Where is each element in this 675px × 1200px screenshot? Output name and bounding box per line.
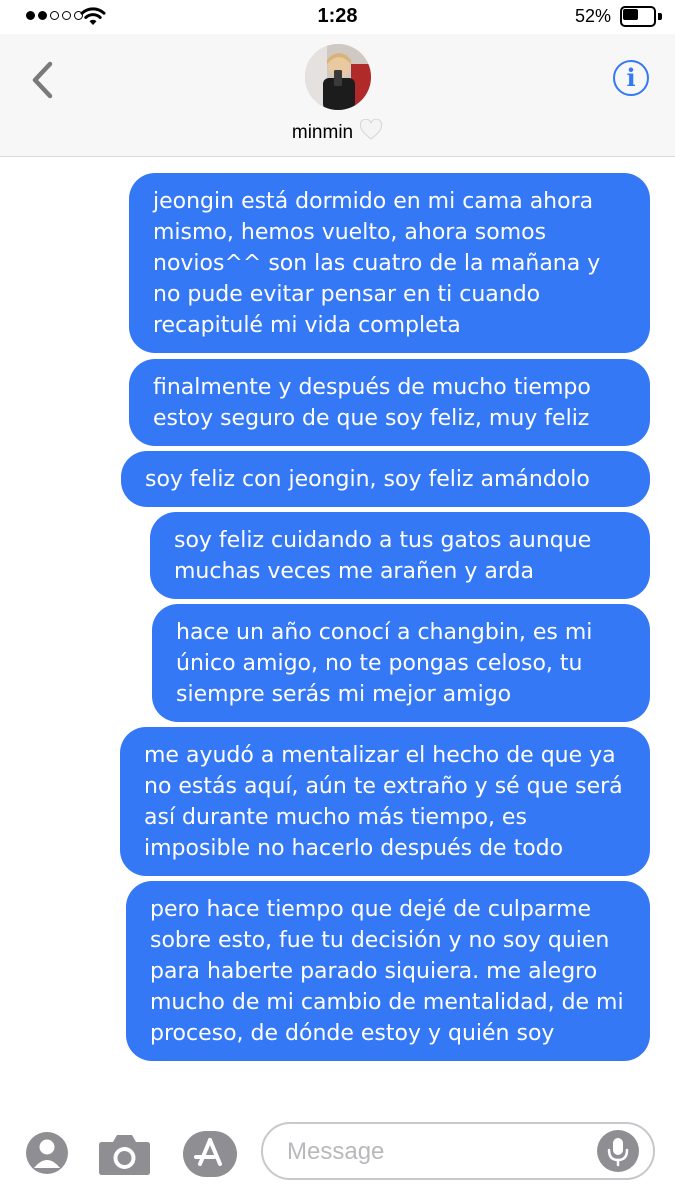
avatar-photo-icon	[305, 44, 371, 110]
back-chevron-icon[interactable]	[28, 60, 58, 100]
message-input[interactable]: Message	[261, 1122, 655, 1180]
battery-percent: 52%	[574, 6, 611, 26]
message-bubble[interactable]: soy feliz con jeongin, soy feliz amándol…	[121, 451, 650, 507]
app-store-icon[interactable]	[182, 1130, 238, 1178]
battery-icon	[620, 6, 662, 27]
contact-name[interactable]: minmin	[0, 119, 675, 144]
white-heart-icon	[359, 119, 383, 140]
contact-avatar[interactable]	[305, 44, 371, 110]
composer-bar: Message	[0, 1108, 675, 1200]
camera-icon[interactable]	[98, 1132, 151, 1176]
message-bubble[interactable]: me ayudó a mentalizar el hecho de que ya…	[120, 727, 650, 876]
message-bubble[interactable]: jeongin está dormido en mi cama ahora mi…	[129, 173, 650, 353]
message-bubble[interactable]: finalmente y después de mucho tiempo est…	[129, 359, 650, 446]
status-bar: 1:28 52%	[0, 0, 675, 34]
microphone-button[interactable]	[597, 1130, 639, 1172]
message-bubble[interactable]: soy feliz cuidando a tus gatos aunque mu…	[150, 512, 650, 599]
memoji-icon[interactable]	[26, 1132, 68, 1174]
message-list: jeongin está dormido en mi cama ahora mi…	[0, 160, 675, 1102]
clock-time: 1:28	[317, 5, 358, 27]
microphone-icon	[607, 1138, 629, 1167]
message-placeholder: Message	[287, 1138, 385, 1165]
conversation-header: minmin i	[0, 34, 675, 157]
info-button[interactable]: i	[613, 60, 649, 96]
message-bubble[interactable]: pero hace tiempo que dejé de culparme so…	[126, 881, 650, 1061]
message-bubble[interactable]: hace un año conocí a changbin, es mi úni…	[152, 604, 650, 722]
contact-name-text: minmin	[291, 122, 354, 143]
